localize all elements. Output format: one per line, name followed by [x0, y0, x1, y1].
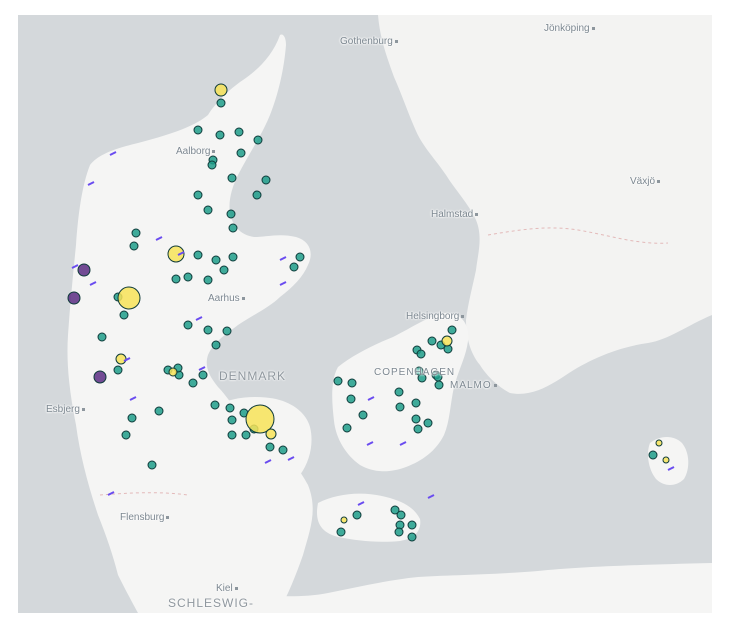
site-marker[interactable] [352, 510, 362, 520]
site-marker[interactable] [253, 135, 263, 145]
site-marker[interactable] [183, 320, 193, 330]
map-view[interactable]: Gothenburg Jönköping Aalborg Växjö Halms… [18, 15, 712, 613]
site-marker[interactable] [193, 125, 203, 135]
site-marker[interactable] [252, 190, 262, 200]
site-marker[interactable] [131, 228, 141, 238]
site-marker[interactable] [203, 325, 213, 335]
city-label-flensburg: Flensburg [120, 512, 170, 523]
site-marker[interactable] [346, 394, 356, 404]
site-marker[interactable] [411, 414, 421, 424]
city-label-kiel: Kiel [216, 583, 238, 594]
site-marker[interactable] [336, 527, 346, 537]
site-marker[interactable] [211, 340, 221, 350]
site-marker[interactable] [228, 252, 238, 262]
site-marker[interactable] [447, 325, 457, 335]
site-marker[interactable] [289, 262, 299, 272]
highlight-marker[interactable] [115, 353, 127, 365]
city-label-gothenburg: Gothenburg [340, 36, 398, 47]
site-marker[interactable] [416, 349, 426, 359]
site-marker[interactable] [225, 403, 235, 413]
country-label-denmark: DENMARK [219, 369, 287, 383]
city-label-aarhus: Aarhus [208, 293, 245, 304]
site-marker[interactable] [295, 252, 305, 262]
site-marker[interactable] [434, 380, 444, 390]
site-marker[interactable] [129, 241, 139, 251]
city-label-esbjerg: Esbjerg [46, 404, 85, 415]
city-label-jonkoping: Jönköping [544, 23, 595, 34]
site-marker[interactable] [207, 160, 217, 170]
region-label-schleswig: SCHLESWIG- [168, 596, 255, 610]
cluster-marker[interactable] [77, 263, 91, 277]
cluster-marker[interactable] [67, 291, 81, 305]
site-marker[interactable] [261, 175, 271, 185]
highlight-marker[interactable] [214, 83, 228, 97]
highlight-marker[interactable] [655, 439, 663, 447]
site-marker[interactable] [97, 332, 107, 342]
map-canvas[interactable] [18, 15, 712, 613]
city-label-malmo: MALMO [450, 380, 497, 391]
site-marker[interactable] [333, 376, 343, 386]
site-marker[interactable] [211, 255, 221, 265]
site-marker[interactable] [227, 430, 237, 440]
highlight-marker[interactable] [441, 335, 453, 347]
site-marker[interactable] [193, 190, 203, 200]
site-marker[interactable] [234, 127, 244, 137]
site-marker[interactable] [127, 413, 137, 423]
city-label-halmstad: Halmstad [431, 209, 479, 220]
site-marker[interactable] [219, 265, 229, 275]
site-marker[interactable] [227, 415, 237, 425]
highlight-marker[interactable] [265, 428, 277, 440]
site-marker[interactable] [407, 520, 417, 530]
site-marker[interactable] [407, 532, 417, 542]
site-marker[interactable] [215, 130, 225, 140]
site-marker[interactable] [113, 365, 123, 375]
cluster-marker[interactable] [93, 370, 107, 384]
site-marker[interactable] [265, 442, 275, 452]
highlight-marker[interactable] [662, 456, 670, 464]
site-marker[interactable] [236, 148, 246, 158]
site-marker[interactable] [395, 402, 405, 412]
site-marker[interactable] [394, 387, 404, 397]
site-marker[interactable] [227, 173, 237, 183]
site-marker[interactable] [423, 418, 433, 428]
site-marker[interactable] [210, 400, 220, 410]
site-marker[interactable] [241, 430, 251, 440]
site-marker[interactable] [183, 272, 193, 282]
site-marker[interactable] [342, 423, 352, 433]
site-marker[interactable] [411, 398, 421, 408]
site-marker[interactable] [396, 510, 406, 520]
site-marker[interactable] [222, 326, 232, 336]
highlight-marker[interactable] [168, 367, 178, 377]
city-label-vaxjo: Växjö [630, 176, 661, 187]
site-marker[interactable] [203, 205, 213, 215]
site-marker[interactable] [193, 250, 203, 260]
highlight-marker[interactable] [340, 516, 348, 524]
city-label-copenhagen: COPENHAGEN [374, 367, 456, 378]
highlight-marker[interactable] [117, 286, 141, 310]
site-marker[interactable] [427, 336, 437, 346]
route-segment [427, 494, 435, 499]
city-label-helsingborg: Helsingborg [406, 311, 465, 322]
site-marker[interactable] [226, 209, 236, 219]
site-marker[interactable] [278, 445, 288, 455]
site-marker[interactable] [347, 378, 357, 388]
site-marker[interactable] [413, 424, 423, 434]
site-marker[interactable] [394, 527, 404, 537]
site-marker[interactable] [228, 223, 238, 233]
site-marker[interactable] [188, 378, 198, 388]
site-marker[interactable] [203, 275, 213, 285]
site-marker[interactable] [216, 98, 226, 108]
site-marker[interactable] [198, 370, 208, 380]
site-marker[interactable] [171, 274, 181, 284]
site-marker[interactable] [358, 410, 368, 420]
site-marker[interactable] [154, 406, 164, 416]
site-marker[interactable] [147, 460, 157, 470]
site-marker[interactable] [121, 430, 131, 440]
site-marker[interactable] [648, 450, 658, 460]
site-marker[interactable] [119, 310, 129, 320]
city-label-aalborg: Aalborg [176, 146, 216, 157]
lolland-landmass [316, 493, 421, 542]
